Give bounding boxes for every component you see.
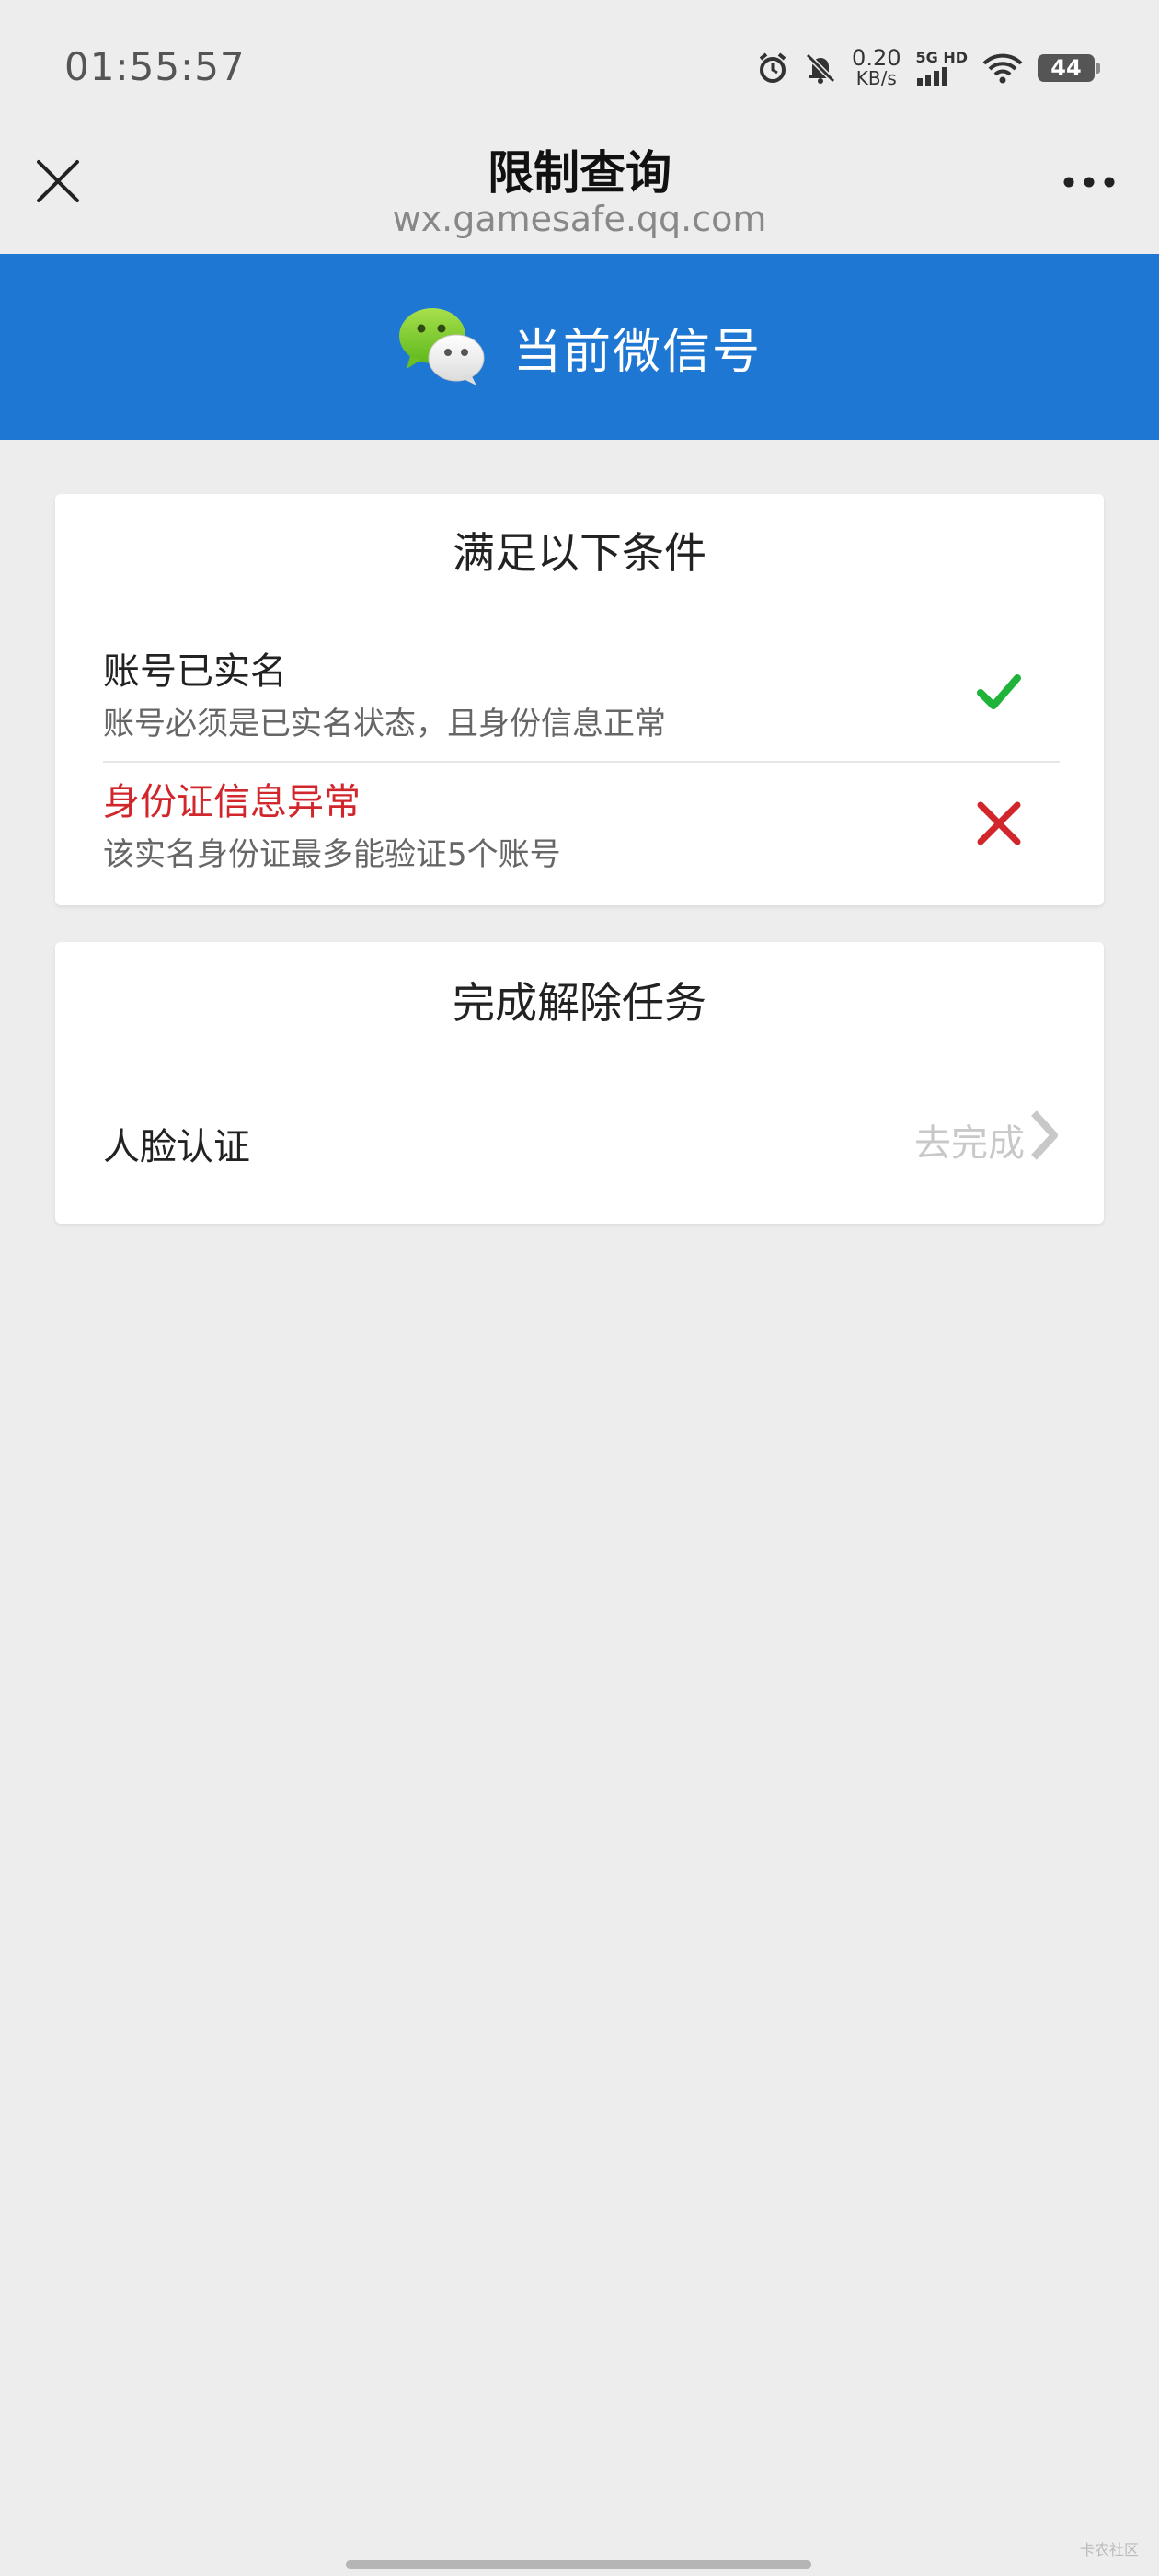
alarm-icon bbox=[756, 52, 789, 85]
condition-desc: 该实名身份证最多能验证5个账号 bbox=[103, 836, 561, 873]
status-icons: 0.20 KB/s 5G HD 44 bbox=[756, 45, 1100, 89]
signal-icon: 5G HD bbox=[915, 51, 968, 86]
chevron-right-icon bbox=[1027, 1110, 1060, 1170]
check-icon bbox=[975, 669, 1023, 717]
more-icon[interactable] bbox=[1060, 173, 1119, 191]
watermark: 卡农社区 bbox=[1079, 2541, 1139, 2559]
condition-title: 身份证信息异常 bbox=[103, 781, 361, 823]
page-url: wx.gamesafe.qq.com bbox=[392, 199, 767, 239]
tasks-title: 完成解除任务 bbox=[453, 978, 706, 1028]
task-action-label: 去完成 bbox=[914, 1122, 1025, 1165]
home-indicator[interactable] bbox=[346, 2560, 811, 2569]
cross-icon bbox=[975, 799, 1023, 847]
condition-item: 账号已实名 账号必须是已实名状态，且身份信息正常 bbox=[103, 641, 1060, 763]
task-item-face-verification[interactable]: 人脸认证 去完成 bbox=[103, 1089, 1060, 1190]
banner-text: 当前微信号 bbox=[512, 324, 762, 380]
task-label: 人脸认证 bbox=[103, 1126, 250, 1168]
wifi-icon bbox=[982, 52, 1023, 84]
tasks-card: 完成解除任务 人脸认证 去完成 bbox=[55, 942, 1104, 1224]
signal-label: 5G HD bbox=[915, 49, 968, 66]
net-speed-unit: KB/s bbox=[855, 67, 897, 89]
account-banner: 当前微信号 bbox=[0, 254, 1159, 440]
status-bar: 01:55:57 0.20 KB/s 5G HD 44 bbox=[0, 0, 1159, 129]
condition-item: 身份证信息异常 该实名身份证最多能验证5个账号 bbox=[103, 772, 1060, 891]
battery-icon: 44 bbox=[1038, 54, 1100, 82]
conditions-card: 满足以下条件 账号已实名 账号必须是已实名状态，且身份信息正常 身份证信息异常 … bbox=[55, 494, 1104, 905]
conditions-title: 满足以下条件 bbox=[453, 528, 706, 578]
net-speed: 0.20 KB/s bbox=[852, 45, 901, 89]
status-time: 01:55:57 bbox=[64, 44, 246, 89]
title-bar: 限制查询 wx.gamesafe.qq.com bbox=[0, 129, 1159, 253]
wechat-logo-icon bbox=[397, 305, 486, 389]
mute-bell-icon bbox=[804, 52, 837, 85]
condition-desc: 账号必须是已实名状态，且身份信息正常 bbox=[103, 706, 666, 742]
go-complete-button[interactable]: 去完成 bbox=[914, 1110, 1060, 1170]
condition-title: 账号已实名 bbox=[103, 650, 287, 693]
page-title: 限制查询 bbox=[488, 146, 671, 200]
net-speed-value: 0.20 bbox=[852, 45, 901, 71]
